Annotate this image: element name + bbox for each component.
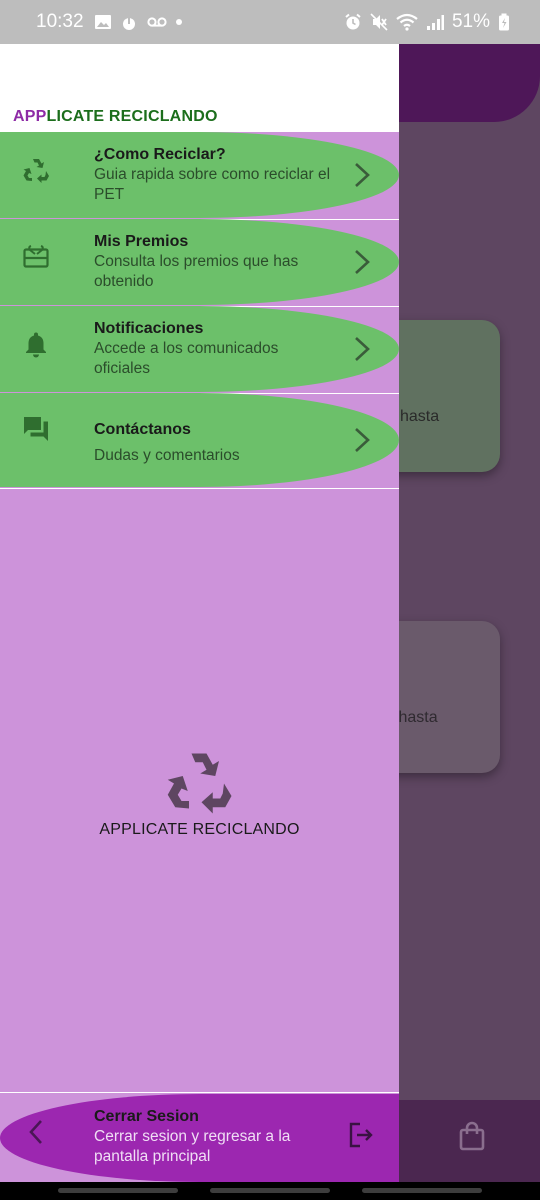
menu-item-mis-premios[interactable]: Mis Premios Consulta los premios que has…: [0, 219, 399, 307]
menu-item-como-reciclar[interactable]: ¿Como Reciclar? Guia rapida sobre como r…: [0, 132, 399, 220]
voicemail-icon: [146, 17, 167, 27]
app-name-label: APPLICATE RECICLANDO: [99, 821, 300, 838]
chevron-right-icon: [355, 337, 370, 361]
menu-item-contactanos[interactable]: Contáctanos Dudas y comentarios: [0, 393, 399, 489]
menu-item-subtitle: Dudas y comentarios: [94, 447, 240, 464]
drawer-title: APPLICATE RECICLANDO: [13, 108, 218, 125]
battery-icon: [499, 13, 509, 31]
chevron-right-icon: [355, 163, 370, 187]
drawer-header: APPLICATE RECICLANDO: [0, 44, 399, 132]
menu-item-title: Notificaciones: [94, 320, 204, 337]
system-navigation-bar: [0, 1182, 540, 1200]
signal-icon: [426, 15, 444, 30]
dot-icon: [175, 19, 182, 25]
menu-item-title: Contáctanos: [94, 421, 191, 438]
wifi-icon: [396, 13, 418, 31]
nav-indicator: [210, 1188, 330, 1193]
navigation-drawer: APPLICATE RECICLANDO ¿Como Reciclar? Gui…: [0, 44, 399, 1182]
menu-item-notificaciones[interactable]: Notificaciones Accede a los comunicados …: [0, 306, 399, 394]
menu-item-title: ¿Como Reciclar?: [94, 146, 226, 163]
mute-icon: [370, 13, 388, 31]
logout-icon: [349, 1122, 373, 1148]
battery-percent: 51%: [451, 11, 490, 32]
nav-indicator: [58, 1188, 178, 1193]
background-card-text: hasta: [400, 408, 440, 425]
recycle-logo-icon: [167, 753, 232, 814]
menu-item-title: Mis Premios: [94, 233, 189, 250]
logout-subtitle: Cerrar sesion y regresar a la pantalla p…: [94, 1128, 291, 1165]
recycle-icon: [23, 159, 49, 183]
status-time: 10:32: [36, 11, 84, 32]
chevron-right-icon: [355, 250, 370, 274]
nav-indicator: [362, 1188, 482, 1193]
forum-icon: [24, 417, 48, 441]
menu-item-subtitle: Consulta los premios que has obtenido: [94, 253, 299, 290]
status-bar: 10:32 51%: [0, 0, 540, 44]
chevron-right-icon: [355, 428, 370, 452]
bell-icon: [26, 332, 46, 358]
menu-item-subtitle: Guia rapida sobre como reciclar el PET: [94, 166, 331, 203]
gift-card-icon: [23, 245, 49, 268]
logout-title: Cerrar Sesion: [94, 1108, 199, 1125]
image-icon: [94, 15, 111, 29]
alarm-icon: [345, 13, 361, 30]
upload-icon: [122, 13, 135, 30]
logout-button[interactable]: Cerrar Sesion Cerrar sesion y regresar a…: [0, 1094, 399, 1182]
shopping-bag-icon: [459, 1121, 485, 1151]
chevron-left-icon: [29, 1120, 42, 1144]
menu-item-subtitle: Accede a los comunicados oficiales: [94, 340, 279, 377]
